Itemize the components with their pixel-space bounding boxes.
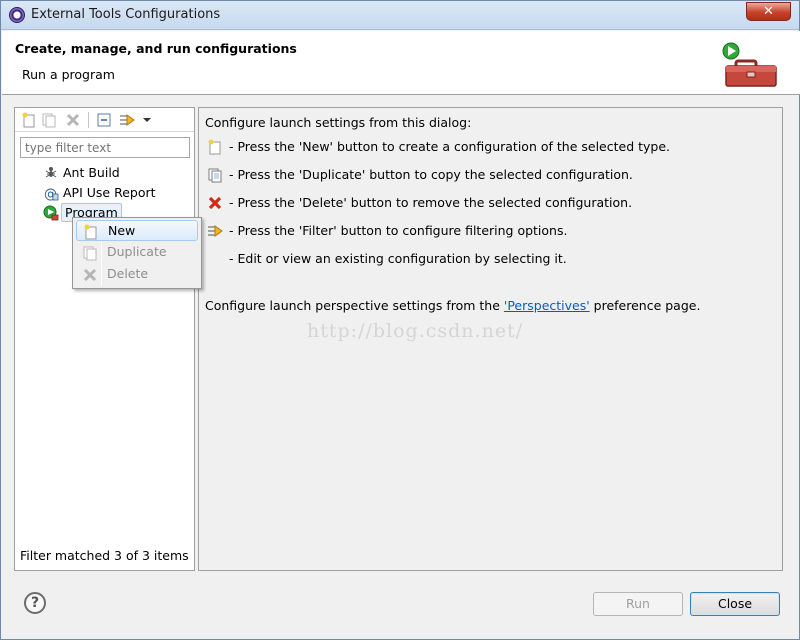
delete-config-icon[interactable]: [65, 112, 81, 128]
ant-icon: [43, 165, 59, 181]
tree-item-label: Ant Build: [63, 164, 120, 182]
help-item-new: - Press the 'New' button to create a con…: [229, 139, 670, 154]
help-item-delete: - Press the 'Delete' button to remove th…: [229, 195, 632, 210]
help-item-edit: - Edit or view an existing configuration…: [229, 251, 567, 266]
header-banner: Create, manage, and run configurations R…: [2, 31, 800, 95]
perspective-text: Configure launch perspective settings fr…: [205, 298, 700, 313]
title-bar[interactable]: External Tools Configurations ✕: [1, 1, 799, 30]
help-item-filter: - Press the 'Filter' button to configure…: [229, 223, 567, 238]
run-button[interactable]: Run: [593, 592, 683, 616]
close-button[interactable]: Close: [690, 592, 780, 616]
duplicate-icon: [207, 167, 223, 183]
window-title: External Tools Configurations: [31, 7, 220, 22]
configuration-tree-panel: Ant Build @ API Use Report Program Filte…: [14, 107, 195, 571]
help-button[interactable]: ?: [24, 592, 46, 614]
menu-item-duplicate[interactable]: Duplicate: [76, 242, 198, 263]
configuration-details-panel: Configure launch settings from this dial…: [198, 107, 783, 571]
watermark-text: http://blog.csdn.net/: [307, 320, 523, 342]
context-menu: New Duplicate Delete: [72, 217, 202, 289]
toolbox-icon: [720, 41, 780, 91]
filter-menu-chevron-down-icon[interactable]: [139, 112, 155, 128]
api-report-icon: @: [43, 185, 59, 201]
menu-item-label: Duplicate: [107, 242, 167, 262]
filter-icon: [207, 223, 223, 239]
banner-title: Create, manage, and run configurations: [15, 41, 297, 56]
delete-icon: [82, 267, 98, 283]
tree-item-label: API Use Report: [63, 184, 156, 202]
window-close-button[interactable]: ✕: [746, 2, 791, 21]
eclipse-icon: [9, 7, 25, 23]
collapse-all-icon[interactable]: [96, 112, 112, 128]
menu-item-label: Delete: [107, 264, 148, 284]
intro-text: Configure launch settings from this dial…: [205, 115, 471, 130]
filter-config-icon[interactable]: [119, 112, 135, 128]
perspective-prefix: Configure launch perspective settings fr…: [205, 298, 504, 313]
menu-item-new[interactable]: New: [76, 220, 198, 241]
tree-toolbar: [15, 108, 194, 132]
dialog-window: External Tools Configurations ✕ Create, …: [0, 0, 800, 640]
new-icon: [207, 139, 223, 155]
filter-input[interactable]: [20, 137, 190, 158]
new-config-icon[interactable]: [21, 112, 37, 128]
menu-item-delete[interactable]: Delete: [76, 264, 198, 285]
duplicate-config-icon[interactable]: [41, 112, 57, 128]
toolbar-separator: [88, 112, 89, 128]
duplicate-icon: [82, 245, 98, 261]
menu-item-label: New: [108, 221, 135, 241]
perspectives-link[interactable]: 'Perspectives': [504, 298, 590, 313]
new-icon: [83, 224, 99, 240]
banner-subtitle: Run a program: [22, 67, 115, 82]
program-icon: [43, 205, 59, 221]
filter-status-text: Filter matched 3 of 3 items: [20, 548, 189, 563]
perspective-suffix: preference page.: [590, 298, 701, 313]
delete-icon: [207, 195, 223, 211]
help-item-duplicate: - Press the 'Duplicate' button to copy t…: [229, 167, 633, 182]
